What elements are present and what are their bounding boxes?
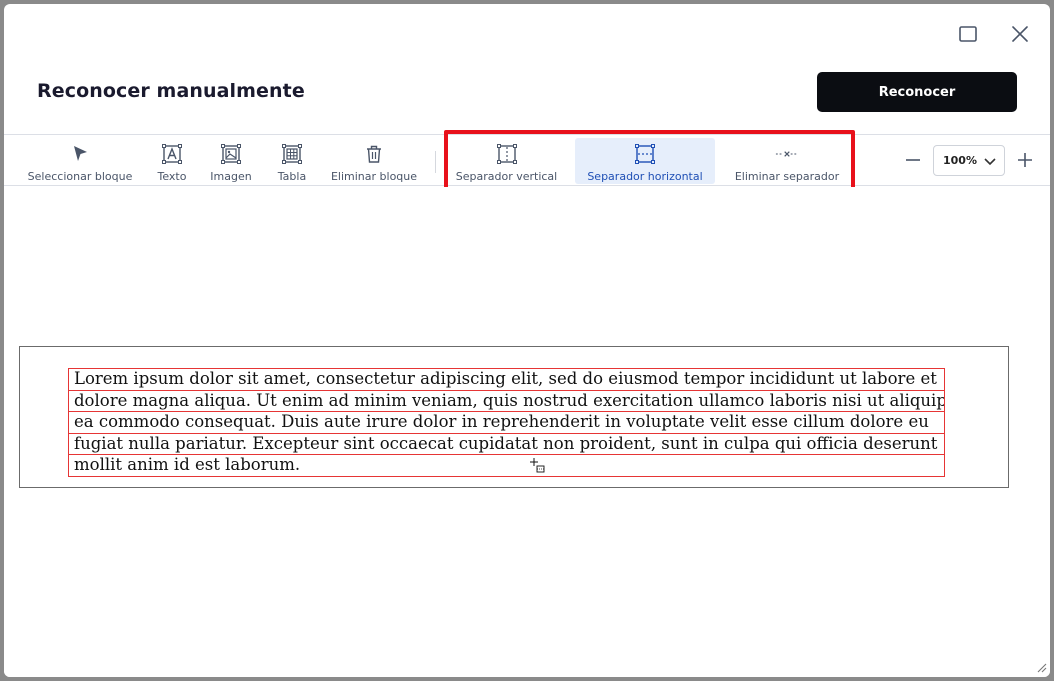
plus-icon	[1018, 153, 1032, 167]
horizontal-separator-icon	[635, 144, 655, 164]
maximize-icon	[959, 26, 977, 42]
tool-label: Separador vertical	[455, 170, 558, 183]
maximize-button[interactable]	[954, 20, 982, 48]
crosshair-cursor-icon	[530, 458, 545, 473]
remove-separator-icon	[775, 151, 799, 157]
tool-delete-block[interactable]: Eliminar bloque	[324, 138, 424, 184]
chevron-down-icon	[984, 158, 996, 166]
vertical-separator-icon	[496, 144, 517, 164]
close-button[interactable]	[1006, 20, 1034, 48]
tool-label: Tabla	[277, 170, 307, 183]
recognize-button[interactable]: Reconocer	[817, 72, 1017, 112]
tool-table[interactable]: Tabla	[268, 138, 316, 184]
zoom-out-button[interactable]	[902, 149, 924, 171]
tool-delete-separator[interactable]: Eliminar separador	[726, 138, 848, 184]
minus-icon	[906, 159, 920, 161]
text-block[interactable]: Lorem ipsum dolor sit amet, consectetur …	[68, 368, 945, 477]
tool-label: Texto	[157, 170, 187, 183]
dialog-title: Reconocer manualmente	[37, 80, 305, 102]
tool-label: Separador horizontal	[587, 170, 703, 183]
tool-label: Imagen	[210, 170, 252, 183]
toolbar-divider	[435, 151, 436, 173]
text-line[interactable]: mollit anim id est laborum.	[68, 454, 945, 477]
zoom-value: 100%	[943, 154, 977, 167]
manual-recognition-dialog: Reconocer manualmente Reconocer Seleccio…	[4, 4, 1050, 677]
close-icon	[1012, 26, 1028, 42]
text-line[interactable]: dolore magna aliqua. Ut enim ad minim ve…	[68, 389, 945, 413]
tool-label: Seleccionar bloque	[27, 170, 133, 183]
tool-select-block[interactable]: Seleccionar bloque	[20, 138, 140, 184]
zoom-select[interactable]: 100%	[933, 145, 1005, 176]
text-line[interactable]: fugiat nulla pariatur. Excepteur sint oc…	[68, 432, 945, 456]
trash-icon	[367, 145, 381, 163]
tool-label: Eliminar separador	[734, 170, 840, 183]
text-line[interactable]: ea commodo consequat. Duis aute irure do…	[68, 411, 945, 434]
table-block-icon	[282, 144, 302, 164]
cursor-arrow-icon	[74, 146, 87, 161]
text-block-icon	[162, 144, 182, 164]
resize-grip-icon[interactable]	[1034, 660, 1048, 674]
text-line[interactable]: Lorem ipsum dolor sit amet, consectetur …	[68, 368, 945, 391]
tool-vertical-separator[interactable]: Separador vertical	[449, 138, 564, 184]
zoom-in-button[interactable]	[1014, 149, 1036, 171]
tool-image[interactable]: Imagen	[204, 138, 258, 184]
tool-text[interactable]: Texto	[150, 138, 194, 184]
tool-horizontal-separator[interactable]: Separador horizontal	[575, 138, 715, 184]
toolbar: Seleccionar bloque Texto Imagen Tabla El…	[4, 134, 1050, 186]
image-block-icon	[221, 144, 241, 164]
tool-label: Eliminar bloque	[330, 170, 418, 183]
